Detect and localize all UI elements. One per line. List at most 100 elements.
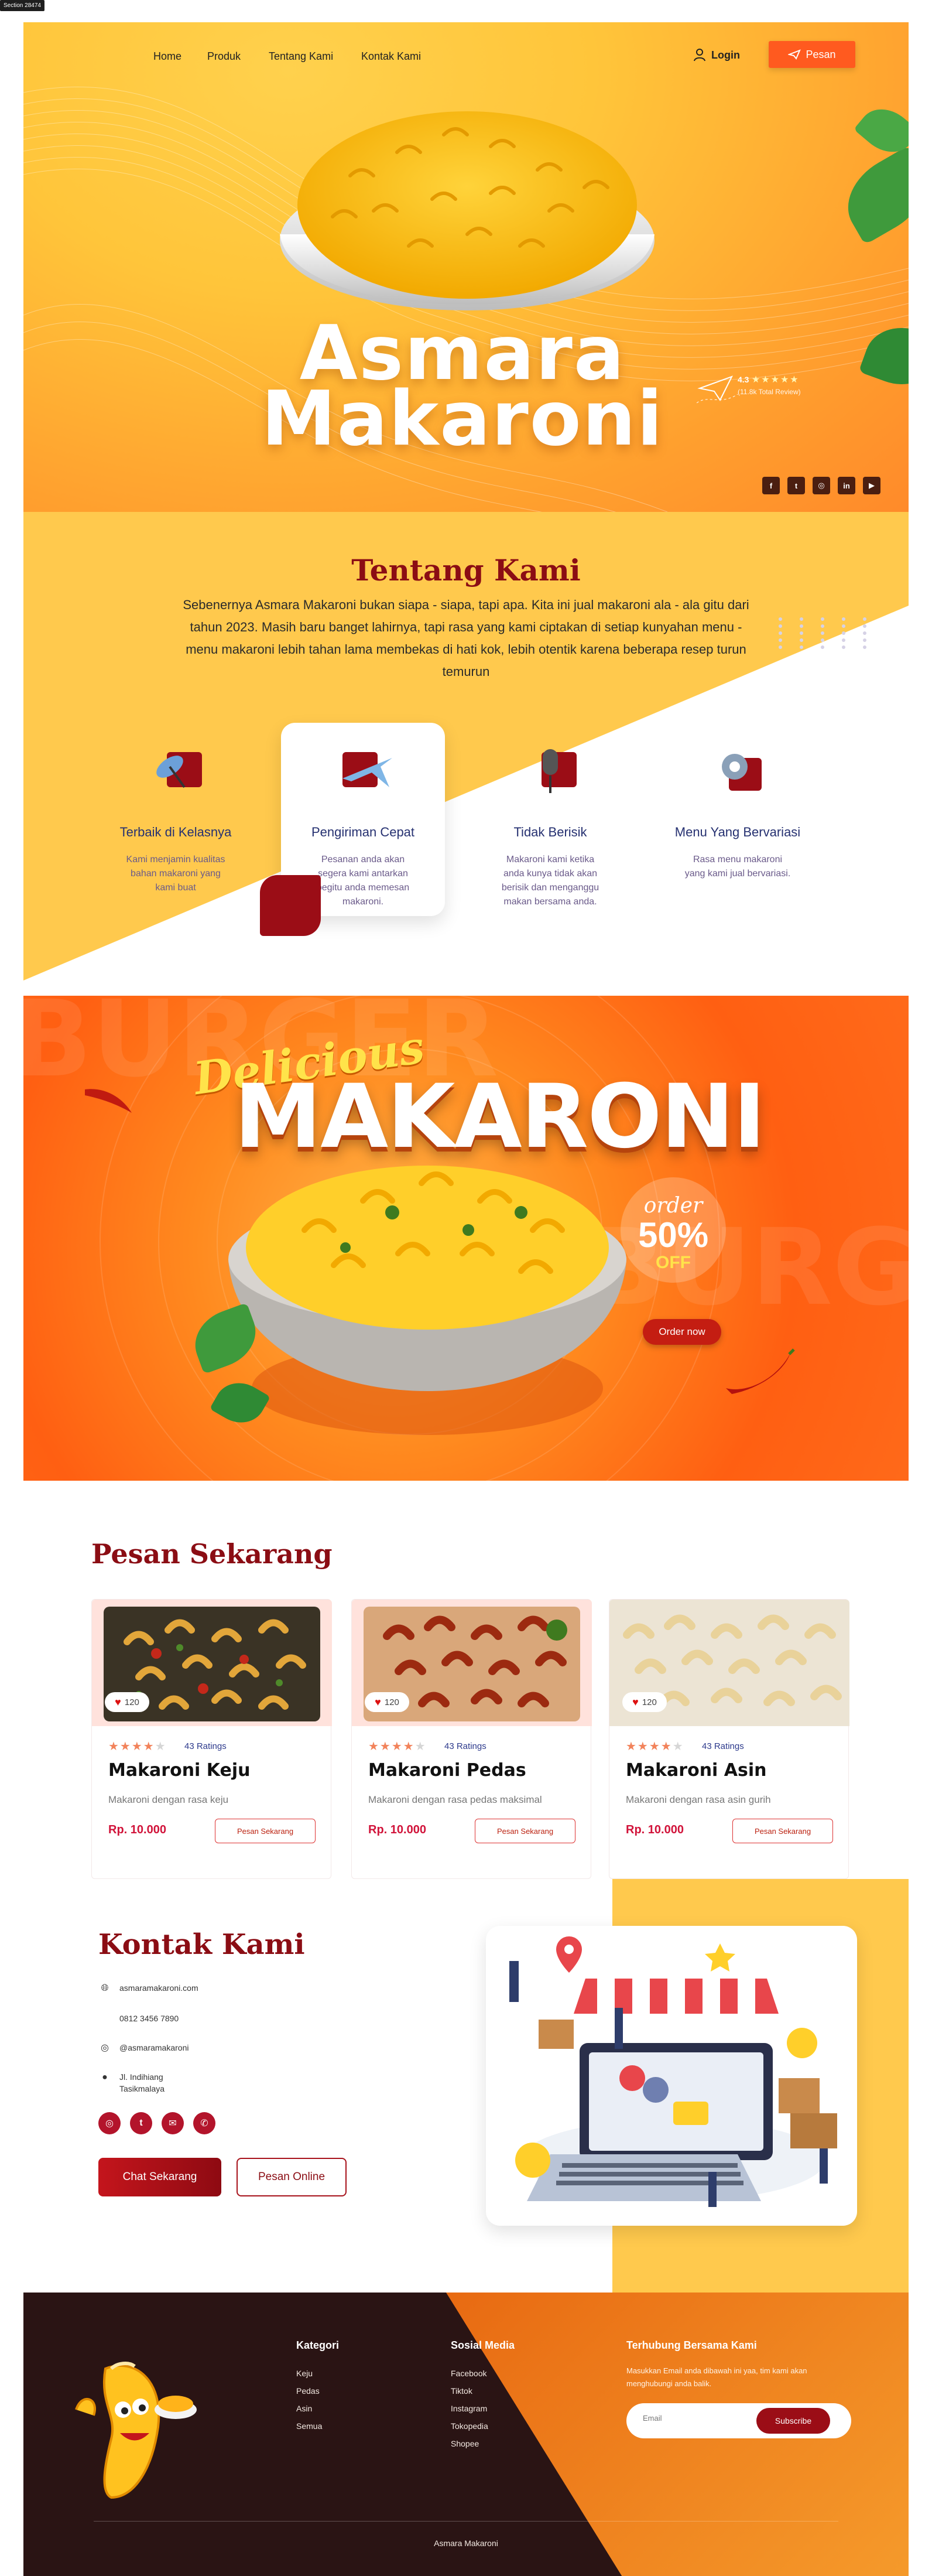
products-title: Pesan Sekarang: [91, 1538, 333, 1570]
about-title: Tentang Kami: [351, 553, 581, 587]
location-pin-icon: ●: [102, 2072, 108, 2082]
feature-card-tidak-berisik: Tidak Berisik Makaroni kami ketika anda …: [468, 723, 632, 916]
email-input[interactable]: [643, 2414, 760, 2423]
instagram-icon: ◎: [101, 2043, 109, 2053]
order-online-button[interactable]: Pesan Online: [237, 2158, 347, 2196]
discount-badge: order 50% OFF: [621, 1177, 726, 1283]
order-product-button[interactable]: Pesan Sekarang: [475, 1819, 575, 1843]
delivery-icon: [788, 49, 801, 60]
product-desc: Makaroni dengan rasa keju: [108, 1794, 229, 1805]
product-price: Rp. 10.000: [626, 1823, 684, 1836]
rating-block: 4.3 ★★★★★ (11.8k Total Review): [738, 374, 801, 396]
instagram-icon[interactable]: ◎: [98, 2112, 121, 2134]
dots-decoration: [779, 617, 884, 649]
gear-icon: [705, 740, 770, 805]
instagram-icon[interactable]: ◎: [813, 477, 830, 494]
phone-icon[interactable]: ✆: [193, 2112, 215, 2134]
chili-pepper-image: [726, 1348, 795, 1394]
nav-home[interactable]: Home: [153, 50, 181, 63]
section-tag: Section 28474: [0, 0, 44, 11]
product-card-pedas: ♥ 120 ★★★★★ 43 Ratings Makaroni Pedas Mak…: [351, 1599, 592, 1879]
paper-plane-icon: [697, 375, 738, 404]
likes-count: 120: [384, 1697, 399, 1707]
discount-percent: 50%: [638, 1215, 709, 1255]
product-name: Makaroni Pedas: [368, 1760, 526, 1781]
review-count: (11.8k Total Review): [738, 388, 801, 396]
decorative-red-square: [260, 875, 321, 936]
macaroni-mascot-image: [75, 2362, 197, 2499]
order-button[interactable]: Pesan: [769, 41, 855, 68]
nav-kontak-kami[interactable]: Kontak Kami: [361, 50, 421, 63]
heart-icon: ♥: [375, 1696, 381, 1708]
contact-phone-text: 0812 3456 7890: [119, 2014, 179, 2023]
order-word: order: [643, 1194, 703, 1218]
off-word: OFF: [656, 1253, 691, 1272]
footer-link-facebook[interactable]: Facebook: [451, 2365, 515, 2382]
order-now-button[interactable]: Order now: [643, 1319, 721, 1345]
order-product-button[interactable]: Pesan Sekarang: [215, 1819, 316, 1843]
footer-link-instagram[interactable]: Instagram: [451, 2400, 515, 2417]
footer-link-shopee[interactable]: Shopee: [451, 2435, 515, 2452]
user-icon: [694, 49, 705, 62]
feature-card-terbaik: Terbaik di Kelasnya Kami menjamin kualit…: [94, 723, 258, 916]
product-name: Makaroni Asin: [626, 1760, 767, 1781]
hero-social-links: f t ◎ in ▶: [762, 477, 880, 494]
subscribe-form: Subscribe: [626, 2403, 851, 2438]
product-desc: Makaroni dengan rasa pedas maksimal: [368, 1794, 542, 1805]
contact-social-links: ◎ t ✉ ✆: [98, 2112, 215, 2134]
ratings-count: 43 Ratings: [444, 1741, 486, 1751]
contact-instagram-text: @asmaramakaroni: [119, 2043, 189, 2052]
likes-badge[interactable]: ♥ 120: [622, 1692, 667, 1712]
footer-divider: [94, 2521, 838, 2522]
likes-badge[interactable]: ♥ 120: [365, 1692, 409, 1712]
feature-title: Terbaik di Kelasnya: [119, 825, 232, 839]
footer-link-keju[interactable]: Keju: [296, 2365, 339, 2382]
subscribe-button[interactable]: Subscribe: [756, 2408, 830, 2434]
nav-tentang-kami[interactable]: Tentang Kami: [269, 50, 333, 63]
feature-desc: Rasa menu makaroni yang kami jual bervar…: [684, 855, 791, 879]
twitter-icon[interactable]: t: [130, 2112, 152, 2134]
youtube-icon[interactable]: ▶: [863, 477, 880, 494]
footer-link-pedas[interactable]: Pedas: [296, 2382, 339, 2400]
feature-title: Pengiriman Cepat: [311, 825, 415, 839]
contact-address: ● Jl. Indihiang Tasikmalaya: [98, 2071, 165, 2095]
footer-link-asin[interactable]: Asin: [296, 2400, 339, 2417]
linkedin-icon[interactable]: in: [838, 477, 855, 494]
rating-stars: ★★★★★: [751, 375, 800, 385]
product-desc: Makaroni dengan rasa asin gurih: [626, 1794, 771, 1805]
login-button[interactable]: Login: [694, 45, 740, 66]
product-stars: ★★★★★: [368, 1740, 427, 1753]
likes-count: 120: [642, 1697, 657, 1707]
contact-email[interactable]: 🌐︎ asmaramakaroni.com: [98, 1982, 198, 1995]
product-image-area: ♥ 120: [352, 1600, 592, 1726]
product-card-asin: ♥ 120 ★★★★★ 43 Ratings Makaroni Asin Maka…: [609, 1599, 849, 1879]
footer-link-tokopedia[interactable]: Tokopedia: [451, 2417, 515, 2435]
contact-phone[interactable]: 0812 3456 7890: [119, 2013, 179, 2024]
footer-link-tiktok[interactable]: Tiktok: [451, 2382, 515, 2400]
nav-produk[interactable]: Produk: [207, 50, 241, 63]
twitter-icon[interactable]: t: [787, 477, 805, 494]
likes-badge[interactable]: ♥ 120: [105, 1692, 149, 1712]
product-image-area: ♥ 120: [609, 1600, 849, 1726]
product-name: Makaroni Keju: [108, 1760, 251, 1781]
subscribe-text: Masukkan Email anda dibawah ini yaa, tim…: [626, 2366, 807, 2388]
heart-icon: ♥: [632, 1696, 639, 1708]
mail-icon[interactable]: ✉: [162, 2112, 184, 2134]
footer-col-title: Sosial Media: [451, 2339, 515, 2351]
facebook-icon[interactable]: f: [762, 477, 780, 494]
product-price: Rp. 10.000: [108, 1823, 166, 1836]
footer-link-semua[interactable]: Semua: [296, 2417, 339, 2435]
footer-social-column: Sosial Media Facebook Tiktok Instagram T…: [451, 2339, 515, 2452]
login-label: Login: [711, 49, 740, 61]
airplane-icon: [331, 740, 395, 805]
feature-title: Tidak Berisik: [513, 825, 587, 839]
macaroni-bowl-image: [280, 111, 655, 310]
feature-desc: Makaroni kami ketika anda kunya tidak ak…: [501, 855, 599, 907]
microphone-icon: [518, 740, 582, 805]
contact-instagram[interactable]: ◎ @asmaramakaroni: [98, 2042, 189, 2055]
footer-col-title: Kategori: [296, 2339, 340, 2351]
order-product-button[interactable]: Pesan Sekarang: [732, 1819, 833, 1843]
feature-desc: Pesanan anda akan segera kami antarkan b…: [316, 855, 410, 907]
feature-desc: Kami menjamin kualitas bahan makaroni ya…: [126, 855, 225, 893]
chat-now-button[interactable]: Chat Sekarang: [98, 2158, 221, 2196]
